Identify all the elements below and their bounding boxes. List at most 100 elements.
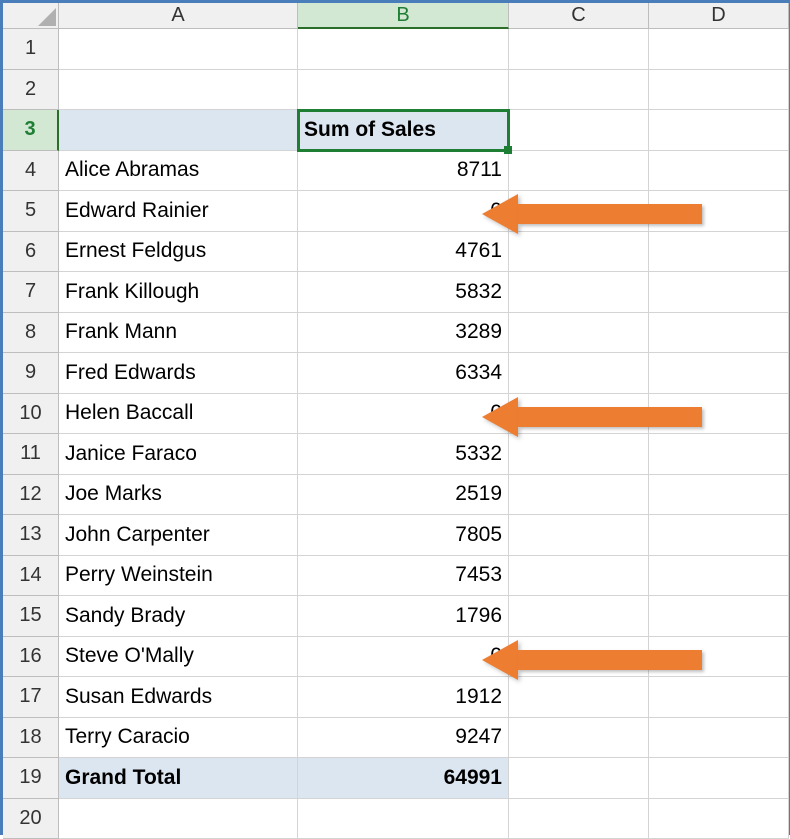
row-header-2[interactable]: 2 (3, 70, 59, 111)
cell-B11[interactable]: 5332 (298, 434, 509, 475)
cell-C17[interactable] (509, 677, 649, 718)
cell-A20[interactable] (59, 799, 298, 839)
cell-D3[interactable] (649, 110, 789, 151)
cell-B1[interactable] (298, 29, 509, 70)
cell-B15[interactable]: 1796 (298, 596, 509, 637)
cell-A12[interactable]: Joe Marks (59, 475, 298, 516)
row-header-6[interactable]: 6 (3, 232, 59, 273)
cell-D4[interactable] (649, 151, 789, 192)
cell-B4[interactable]: 8711 (298, 151, 509, 192)
cell-A6[interactable]: Ernest Feldgus (59, 232, 298, 273)
cell-B8[interactable]: 3289 (298, 313, 509, 354)
row-header-7[interactable]: 7 (3, 272, 59, 313)
cell-B6[interactable]: 4761 (298, 232, 509, 273)
cell-C18[interactable] (509, 718, 649, 759)
cell-A17[interactable]: Susan Edwards (59, 677, 298, 718)
cell-D16[interactable] (649, 637, 789, 678)
row-header-10[interactable]: 10 (3, 394, 59, 435)
cell-A11[interactable]: Janice Faraco (59, 434, 298, 475)
cell-D7[interactable] (649, 272, 789, 313)
cell-A9[interactable]: Fred Edwards (59, 353, 298, 394)
row-header-11[interactable]: 11 (3, 434, 59, 475)
cell-B14[interactable]: 7453 (298, 556, 509, 597)
row-header-18[interactable]: 18 (3, 718, 59, 759)
cell-B16[interactable]: 0 (298, 637, 509, 678)
row-header-16[interactable]: 16 (3, 637, 59, 678)
cell-B3[interactable]: Sum of Sales (298, 110, 509, 151)
cell-D2[interactable] (649, 70, 789, 111)
cell-A3[interactable] (59, 110, 298, 151)
column-header-D[interactable]: D (649, 3, 789, 29)
cell-C7[interactable] (509, 272, 649, 313)
cell-A1[interactable] (59, 29, 298, 70)
cell-B19[interactable]: 64991 (298, 758, 509, 799)
cell-A10[interactable]: Helen Baccall (59, 394, 298, 435)
cell-A4[interactable]: Alice Abramas (59, 151, 298, 192)
cell-C3[interactable] (509, 110, 649, 151)
cell-B13[interactable]: 7805 (298, 515, 509, 556)
cell-A18[interactable]: Terry Caracio (59, 718, 298, 759)
cell-A2[interactable] (59, 70, 298, 111)
cell-D15[interactable] (649, 596, 789, 637)
cell-D11[interactable] (649, 434, 789, 475)
cell-D9[interactable] (649, 353, 789, 394)
cell-A14[interactable]: Perry Weinstein (59, 556, 298, 597)
cell-C6[interactable] (509, 232, 649, 273)
cell-D13[interactable] (649, 515, 789, 556)
cell-D6[interactable] (649, 232, 789, 273)
cell-B17[interactable]: 1912 (298, 677, 509, 718)
row-header-12[interactable]: 12 (3, 475, 59, 516)
cell-C11[interactable] (509, 434, 649, 475)
cell-B2[interactable] (298, 70, 509, 111)
cell-D12[interactable] (649, 475, 789, 516)
row-header-8[interactable]: 8 (3, 313, 59, 354)
cell-B5[interactable]: 0 (298, 191, 509, 232)
row-header-20[interactable]: 20 (3, 799, 59, 839)
select-all-corner[interactable] (3, 3, 59, 29)
cell-C12[interactable] (509, 475, 649, 516)
row-header-3[interactable]: 3 (3, 110, 59, 151)
cell-D5[interactable] (649, 191, 789, 232)
column-header-B[interactable]: B (298, 3, 509, 29)
cell-A13[interactable]: John Carpenter (59, 515, 298, 556)
cell-C15[interactable] (509, 596, 649, 637)
row-header-1[interactable]: 1 (3, 29, 59, 70)
cell-D17[interactable] (649, 677, 789, 718)
row-header-9[interactable]: 9 (3, 353, 59, 394)
row-header-5[interactable]: 5 (3, 191, 59, 232)
cell-D10[interactable] (649, 394, 789, 435)
column-header-C[interactable]: C (509, 3, 649, 29)
cell-D19[interactable] (649, 758, 789, 799)
cell-D18[interactable] (649, 718, 789, 759)
cell-D20[interactable] (649, 799, 789, 839)
cell-D14[interactable] (649, 556, 789, 597)
cell-C8[interactable] (509, 313, 649, 354)
cell-B18[interactable]: 9247 (298, 718, 509, 759)
cell-D8[interactable] (649, 313, 789, 354)
cell-C2[interactable] (509, 70, 649, 111)
cell-B12[interactable]: 2519 (298, 475, 509, 516)
cell-C13[interactable] (509, 515, 649, 556)
cell-B10[interactable]: 0 (298, 394, 509, 435)
cell-C4[interactable] (509, 151, 649, 192)
cell-B7[interactable]: 5832 (298, 272, 509, 313)
cell-A15[interactable]: Sandy Brady (59, 596, 298, 637)
row-header-4[interactable]: 4 (3, 151, 59, 192)
cell-C19[interactable] (509, 758, 649, 799)
row-header-19[interactable]: 19 (3, 758, 59, 799)
cell-C20[interactable] (509, 799, 649, 839)
cell-C14[interactable] (509, 556, 649, 597)
row-header-14[interactable]: 14 (3, 556, 59, 597)
spreadsheet-grid[interactable]: ABCD123Sum of Sales4Alice Abramas87115Ed… (3, 3, 787, 839)
cell-C5[interactable] (509, 191, 649, 232)
row-header-15[interactable]: 15 (3, 596, 59, 637)
cell-A7[interactable]: Frank Killough (59, 272, 298, 313)
cell-C9[interactable] (509, 353, 649, 394)
cell-A5[interactable]: Edward Rainier (59, 191, 298, 232)
cell-C16[interactable] (509, 637, 649, 678)
cell-A8[interactable]: Frank Mann (59, 313, 298, 354)
cell-B9[interactable]: 6334 (298, 353, 509, 394)
cell-B20[interactable] (298, 799, 509, 839)
cell-A16[interactable]: Steve O'Mally (59, 637, 298, 678)
column-header-A[interactable]: A (59, 3, 298, 29)
